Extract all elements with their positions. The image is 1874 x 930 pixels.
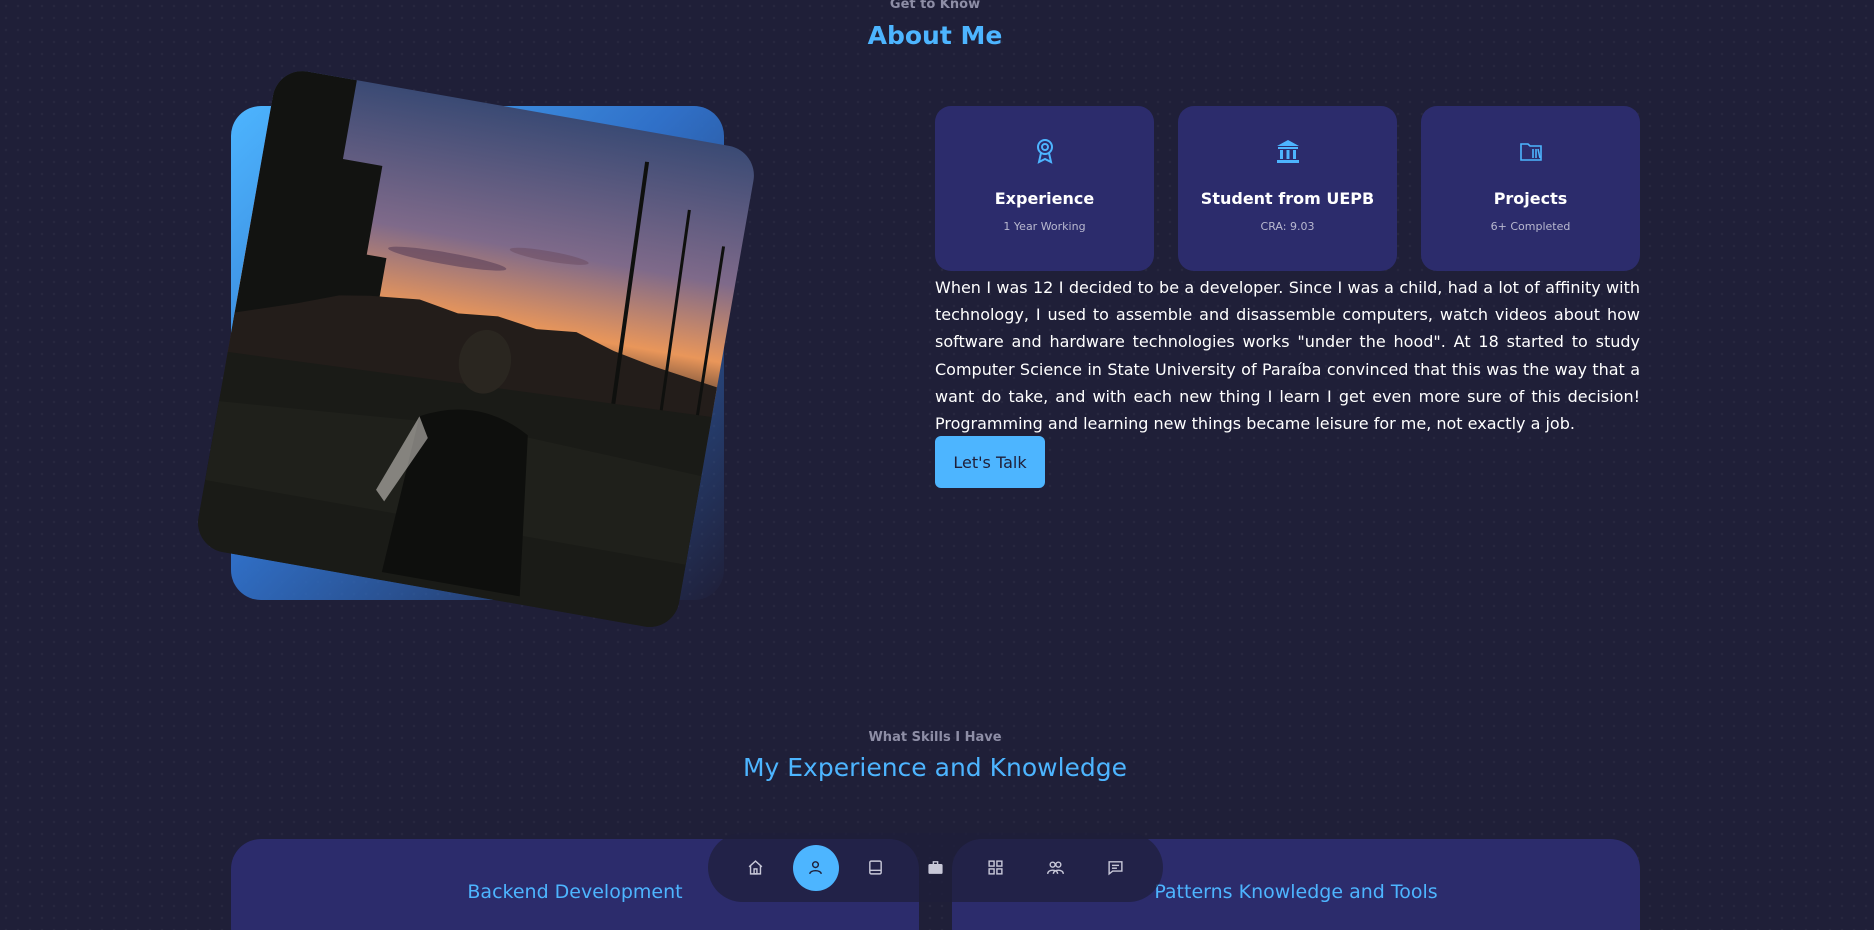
folder-icon xyxy=(1421,138,1640,164)
nav-experience[interactable] xyxy=(853,845,899,891)
briefcase-icon xyxy=(928,861,943,874)
nav-testimonials[interactable] xyxy=(1033,845,1079,891)
nav-home[interactable] xyxy=(733,845,779,891)
lets-talk-button[interactable]: Let's Talk xyxy=(935,436,1045,488)
nav-services[interactable] xyxy=(913,845,959,891)
award-icon xyxy=(935,138,1154,164)
book-icon xyxy=(869,860,882,875)
education-card: Student from UEPB CRA: 9.03 xyxy=(1178,106,1397,271)
profile-photo-image xyxy=(193,66,726,632)
about-kicker: Get to Know xyxy=(889,0,981,12)
floating-nav xyxy=(708,833,1163,902)
home-icon xyxy=(748,860,763,875)
card-title: Experience xyxy=(994,189,1095,208)
nav-portfolio[interactable] xyxy=(973,845,1019,891)
bank-icon xyxy=(1178,138,1397,164)
skills-kicker: What Skills I Have xyxy=(868,730,1002,745)
about-bio: When I was 12 I decided to be a develope… xyxy=(935,278,1640,434)
user-icon xyxy=(809,861,822,875)
message-icon xyxy=(1108,861,1123,876)
card-subtitle: CRA: 9.03 xyxy=(1260,220,1315,233)
profile-photo xyxy=(193,66,759,632)
about-title: About Me xyxy=(867,21,1003,50)
users-icon xyxy=(1047,861,1064,875)
experience-card: Experience 1 Year Working xyxy=(935,106,1154,271)
nav-about[interactable] xyxy=(792,844,839,891)
card-title: Student from UEPB xyxy=(1200,189,1375,208)
skills-title: My Experience and Knowledge xyxy=(742,753,1128,782)
card-subtitle: 1 Year Working xyxy=(1003,220,1086,233)
projects-card: Projects 6+ Completed xyxy=(1421,106,1640,271)
card-subtitle: 6+ Completed xyxy=(1490,220,1571,233)
card-title: Projects xyxy=(1493,189,1568,208)
nav-contact[interactable] xyxy=(1093,845,1139,891)
grid-icon xyxy=(988,860,1003,875)
